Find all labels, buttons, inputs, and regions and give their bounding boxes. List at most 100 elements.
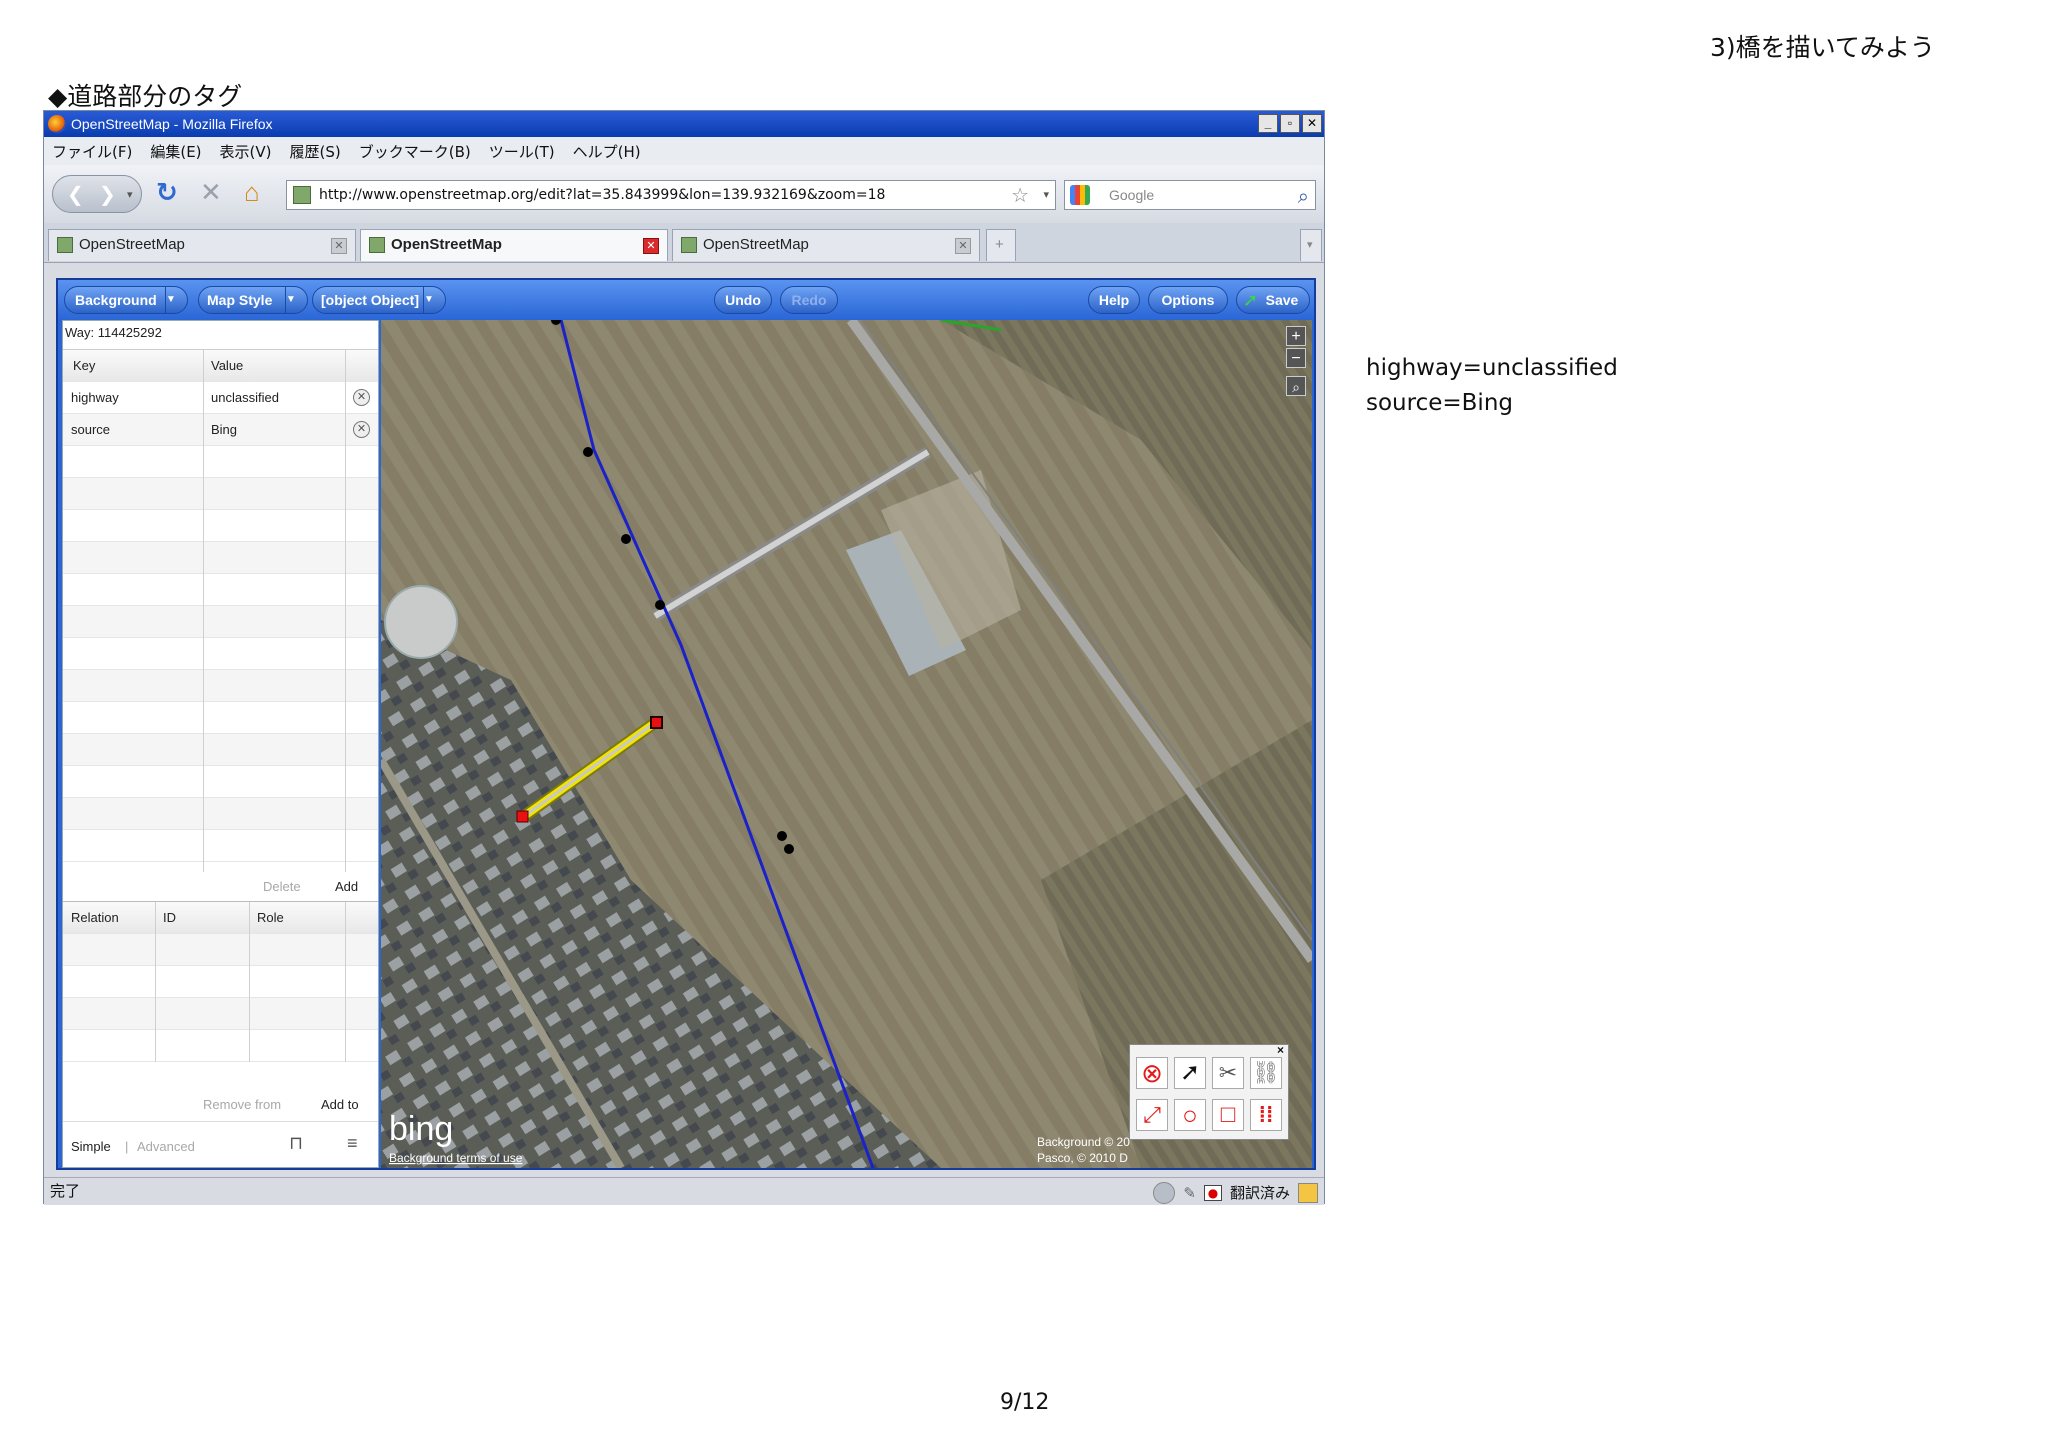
pen-icon[interactable]: ✎ bbox=[1183, 1180, 1196, 1206]
menu-history[interactable]: 履歴(S) bbox=[290, 141, 341, 162]
translate-status[interactable]: 翻訳済み bbox=[1230, 1180, 1290, 1206]
relation-grid-header: Relation ID Role bbox=[63, 902, 378, 934]
close-palette-icon[interactable]: × bbox=[1277, 1043, 1284, 1057]
background-button[interactable]: Background ▼ bbox=[64, 286, 188, 314]
zoom-out-button[interactable]: − bbox=[1286, 348, 1306, 368]
remove-tag-icon[interactable]: ✕ bbox=[353, 421, 370, 438]
note-source: source=Bing bbox=[1366, 390, 1513, 416]
bookmark-star-icon[interactable]: ☆ bbox=[1011, 181, 1029, 209]
empty-row bbox=[63, 734, 378, 766]
tag-row[interactable]: highway unclassified ✕ bbox=[63, 382, 378, 414]
key-header: Key bbox=[73, 358, 96, 373]
reload-icon[interactable]: ↻ bbox=[156, 179, 178, 205]
page-number: 9/12 bbox=[1000, 1390, 1050, 1415]
search-box[interactable]: Google ⌕ bbox=[1064, 180, 1316, 210]
url-dropdown-icon[interactable]: ▾ bbox=[1043, 181, 1049, 209]
forward-arrow-icon[interactable]: ❯ bbox=[99, 182, 116, 207]
way-node-selected[interactable] bbox=[650, 716, 663, 729]
advanced-mode-link[interactable]: Advanced bbox=[137, 1139, 195, 1154]
close-window-button[interactable]: ✕ bbox=[1302, 114, 1322, 133]
tab-close-icon[interactable]: ✕ bbox=[331, 238, 347, 254]
addon-icon[interactable] bbox=[1153, 1182, 1176, 1204]
menu-file[interactable]: ファイル(F) bbox=[52, 141, 132, 162]
node-dot[interactable] bbox=[583, 447, 593, 457]
simple-mode-link[interactable]: Simple bbox=[71, 1139, 111, 1154]
square-corners-icon[interactable]: □ bbox=[1212, 1099, 1244, 1131]
map-view[interactable]: bing Background terms of use Background … bbox=[381, 320, 1312, 1168]
menu-bookmarks[interactable]: ブックマーク(B) bbox=[359, 141, 471, 162]
delete-tag-link[interactable]: Delete bbox=[263, 879, 301, 894]
remove-from-relation-link[interactable]: Remove from bbox=[203, 1097, 281, 1112]
url-bar[interactable]: http://www.openstreetmap.org/edit?lat=35… bbox=[286, 180, 1056, 210]
node-dot[interactable] bbox=[655, 600, 665, 610]
circularise-icon[interactable]: ○ bbox=[1174, 1099, 1206, 1131]
add-tag-link[interactable]: Add bbox=[335, 879, 358, 894]
menu-help[interactable]: ヘルプ(H) bbox=[573, 141, 641, 162]
empty-row bbox=[63, 478, 378, 510]
extension-icon[interactable] bbox=[1298, 1183, 1318, 1203]
minimize-button[interactable]: _ bbox=[1258, 114, 1278, 133]
chevron-down-icon[interactable]: ▼ bbox=[165, 287, 187, 313]
tab-close-icon[interactable]: ✕ bbox=[955, 238, 971, 254]
history-dropdown-icon[interactable]: ▾ bbox=[127, 188, 133, 201]
node-dot[interactable] bbox=[777, 831, 787, 841]
chevron-down-icon[interactable]: ▼ bbox=[423, 287, 445, 313]
zoom-in-button[interactable]: + bbox=[1286, 326, 1306, 346]
add-to-relation-link[interactable]: Add to bbox=[321, 1097, 359, 1112]
browser-window: OpenStreetMap - Mozilla Firefox _ ▫ ✕ ファ… bbox=[43, 110, 1325, 1206]
japan-flag-icon[interactable]: ● bbox=[1203, 1185, 1222, 1201]
options-button[interactable]: Options bbox=[1148, 286, 1228, 314]
search-icon[interactable]: ⌕ bbox=[1298, 183, 1309, 211]
column-divider bbox=[203, 350, 204, 872]
object-button[interactable]: [object Object] ▼ bbox=[312, 286, 446, 314]
remove-tag-icon[interactable]: ✕ bbox=[353, 389, 370, 406]
tab-1[interactable]: OpenStreetMap ✕ bbox=[48, 229, 356, 261]
list-view-icon[interactable]: ≡ bbox=[347, 1133, 358, 1154]
help-button[interactable]: Help bbox=[1088, 286, 1140, 314]
aerial-map[interactable]: bing Background terms of use Background … bbox=[381, 320, 1312, 1168]
menu-view[interactable]: 表示(V) bbox=[220, 141, 272, 162]
search-placeholder: Google bbox=[1109, 187, 1155, 203]
merge-link-icon[interactable]: ⛓ bbox=[1250, 1057, 1282, 1089]
stop-icon[interactable]: ✕ bbox=[200, 179, 222, 205]
tab-close-icon[interactable]: ✕ bbox=[643, 238, 659, 254]
repeat-tags-icon[interactable]: ⊓ bbox=[289, 1133, 303, 1154]
tab-list-button[interactable]: ▾ bbox=[1300, 229, 1322, 261]
straighten-icon[interactable]: ⤢ bbox=[1136, 1099, 1168, 1131]
tag-row[interactable]: source Bing ✕ bbox=[63, 414, 378, 446]
terms-link[interactable]: Background terms of use bbox=[389, 1151, 523, 1165]
restore-button[interactable]: ▫ bbox=[1280, 114, 1300, 133]
save-button[interactable]: ➚ Save bbox=[1236, 286, 1310, 314]
status-tools: ✎ ● 翻訳済み bbox=[1153, 1180, 1318, 1206]
tag-key[interactable]: highway bbox=[71, 390, 119, 405]
empty-row bbox=[63, 606, 378, 638]
node-dot[interactable] bbox=[784, 844, 794, 854]
redo-button[interactable]: Redo bbox=[780, 286, 838, 314]
menu-tools[interactable]: ツール(T) bbox=[489, 141, 555, 162]
tab-2-active[interactable]: OpenStreetMap ✕ bbox=[360, 229, 668, 261]
way-node-end[interactable] bbox=[516, 810, 529, 823]
google-engine-icon[interactable] bbox=[1070, 185, 1090, 205]
direction-arrow-icon[interactable]: ➚ bbox=[1174, 1057, 1206, 1089]
back-arrow-icon[interactable]: ❮ bbox=[67, 182, 84, 207]
map-style-button[interactable]: Map Style ▼ bbox=[198, 286, 308, 314]
undo-button[interactable]: Undo bbox=[714, 286, 772, 314]
empty-row bbox=[63, 830, 378, 862]
tag-value[interactable]: unclassified bbox=[211, 390, 279, 405]
scissors-icon[interactable]: ✂ bbox=[1212, 1057, 1244, 1089]
home-icon[interactable]: ⌂ bbox=[244, 179, 260, 205]
tag-key[interactable]: source bbox=[71, 422, 110, 437]
menu-edit[interactable]: 編集(E) bbox=[150, 141, 201, 162]
value-header: Value bbox=[211, 358, 244, 373]
empty-row bbox=[63, 446, 378, 478]
parallel-icon[interactable]: ⁞⁞ bbox=[1250, 1099, 1282, 1131]
delete-icon[interactable]: ⊗ bbox=[1136, 1057, 1168, 1089]
new-tab-button[interactable]: + bbox=[986, 229, 1016, 261]
back-forward-buttons[interactable]: ❮ ❯ ▾ bbox=[52, 175, 142, 213]
search-location-icon[interactable]: ⌕ bbox=[1286, 376, 1306, 396]
tab-3[interactable]: OpenStreetMap ✕ bbox=[672, 229, 980, 261]
node-dot[interactable] bbox=[621, 534, 631, 544]
tag-value[interactable]: Bing bbox=[211, 422, 237, 437]
chevron-down-icon[interactable]: ▼ bbox=[285, 287, 307, 313]
status-text: 完了 bbox=[50, 1182, 81, 1200]
